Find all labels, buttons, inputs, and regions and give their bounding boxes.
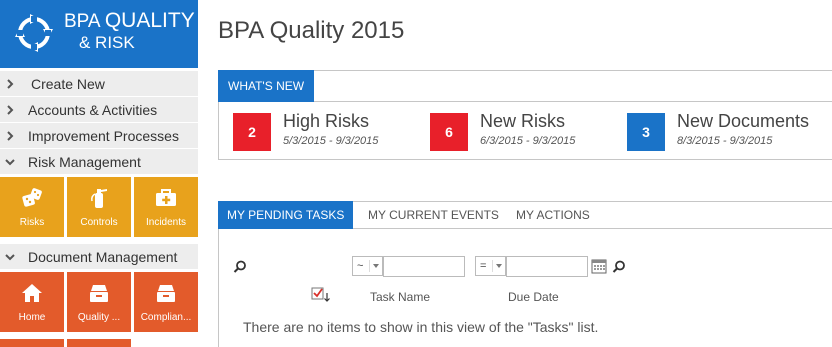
dropdown-separator — [369, 260, 370, 272]
tile-label: Risks — [19, 217, 45, 228]
column-header-task-name[interactable]: Task Name — [370, 290, 430, 304]
tasks-panel: MY PENDING TASKS MY CURRENT EVENTS MY AC… — [218, 201, 832, 347]
page-title: BPA Quality 2015 — [218, 17, 405, 44]
sidebar-item-label: Risk Management — [28, 154, 141, 170]
empty-list-message: There are no items to show in this view … — [243, 319, 599, 335]
sidebar-item-risk-management[interactable]: Risk Management — [0, 149, 198, 175]
first-aid-kit-icon — [156, 189, 176, 206]
sidebar-item-label: Improvement Processes — [28, 128, 179, 144]
tile-label: Controls — [80, 217, 118, 228]
archive-box-icon — [90, 285, 108, 302]
fire-extinguisher-icon — [91, 189, 107, 208]
sidebar-item-document-management[interactable]: Document Management — [0, 244, 198, 270]
task-checkmark-sort-icon[interactable] — [311, 287, 331, 303]
search-icon[interactable] — [233, 260, 247, 274]
tile-partial[interactable] — [0, 339, 64, 347]
tile-label: Quality ... — [77, 312, 121, 323]
chevron-right-icon — [7, 131, 14, 141]
brand-title-line1: BPA QUALITY — [64, 10, 195, 33]
stat-date-range: 5/3/2015 - 9/3/2015 — [283, 135, 379, 147]
dropdown-arrow-icon — [373, 264, 379, 268]
date-operator-dropdown[interactable]: = — [475, 256, 506, 276]
stat-high-risks[interactable]: 2 High Risks 5/3/2015 - 9/3/2015 — [233, 111, 403, 153]
tab-my-current-events[interactable]: MY CURRENT EVENTS — [359, 201, 508, 229]
tile-label: Incidents — [145, 217, 187, 228]
date-filter-input[interactable] — [506, 256, 588, 277]
tab-my-pending-tasks[interactable]: MY PENDING TASKS — [218, 201, 354, 229]
sidebar-item-label: Accounts & Activities — [28, 102, 158, 118]
tile-label: Home — [18, 312, 46, 323]
dropdown-separator — [492, 260, 493, 272]
chevron-down-icon — [5, 254, 15, 261]
chevron-down-icon — [5, 159, 15, 166]
filter-text-input[interactable] — [383, 256, 465, 277]
dice-icon — [22, 188, 42, 207]
tile-label: Complian... — [140, 312, 192, 323]
tile-quality[interactable]: Quality ... — [67, 272, 131, 332]
stat-title: High Risks — [283, 111, 370, 131]
tile-controls[interactable]: Controls — [67, 177, 131, 237]
count-badge: 6 — [430, 113, 468, 151]
stat-date-range: 6/3/2015 - 9/3/2015 — [480, 135, 576, 147]
stat-date-range: 8/3/2015 - 9/3/2015 — [677, 135, 773, 147]
brand-big: QUALITY — [104, 9, 195, 32]
sidebar-item-label: Create New — [31, 76, 105, 92]
brand-logo[interactable]: BPA QUALITY & RISK — [0, 0, 198, 68]
stat-title: New Documents — [677, 111, 810, 131]
date-operator-value: = — [480, 260, 487, 272]
filter-operator-value: ~ — [357, 260, 364, 272]
search-icon[interactable] — [612, 260, 626, 274]
tile-incidents[interactable]: Incidents — [134, 177, 198, 237]
sidebar-item-accounts-activities[interactable]: Accounts & Activities — [0, 97, 198, 123]
chevron-right-icon — [7, 79, 14, 89]
stat-new-documents[interactable]: 3 New Documents 8/3/2015 - 9/3/2015 — [627, 111, 827, 153]
tile-compliance[interactable]: Complian... — [134, 272, 198, 332]
whats-new-header: WHAT'S NEW — [218, 70, 832, 102]
refresh-cycle-icon — [15, 14, 53, 52]
archive-box-icon — [157, 285, 175, 302]
tile-risks[interactable]: Risks — [0, 177, 64, 237]
sidebar-item-improvement-processes[interactable]: Improvement Processes — [0, 123, 198, 149]
tile-partial[interactable] — [67, 339, 131, 347]
whats-new-panel: WHAT'S NEW 2 High Risks 5/3/2015 - 9/3/2… — [218, 70, 832, 160]
sidebar-item-create-new[interactable]: Create New — [0, 71, 198, 97]
stat-title: New Risks — [480, 111, 566, 131]
brand-title-line2: & RISK — [79, 33, 135, 52]
tab-whats-new[interactable]: WHAT'S NEW — [218, 70, 315, 102]
tab-my-actions[interactable]: MY ACTIONS — [507, 201, 599, 229]
count-badge: 3 — [627, 113, 665, 151]
home-icon — [22, 284, 42, 302]
calendar-icon[interactable] — [591, 258, 607, 274]
stat-new-risks[interactable]: 6 New Risks 6/3/2015 - 9/3/2015 — [430, 111, 600, 153]
column-header-due-date[interactable]: Due Date — [508, 290, 559, 304]
filter-operator-dropdown[interactable]: ~ — [352, 256, 383, 276]
sidebar: BPA QUALITY & RISK Create New Accounts &… — [0, 0, 198, 347]
dropdown-arrow-icon — [496, 264, 502, 268]
brand-lead: BPA — [64, 11, 100, 32]
tile-home[interactable]: Home — [0, 272, 64, 332]
chevron-right-icon — [7, 105, 14, 115]
tasks-tab-bar: MY PENDING TASKS MY CURRENT EVENTS MY AC… — [218, 201, 832, 229]
sidebar-item-label: Document Management — [28, 249, 178, 265]
count-badge: 2 — [233, 113, 271, 151]
